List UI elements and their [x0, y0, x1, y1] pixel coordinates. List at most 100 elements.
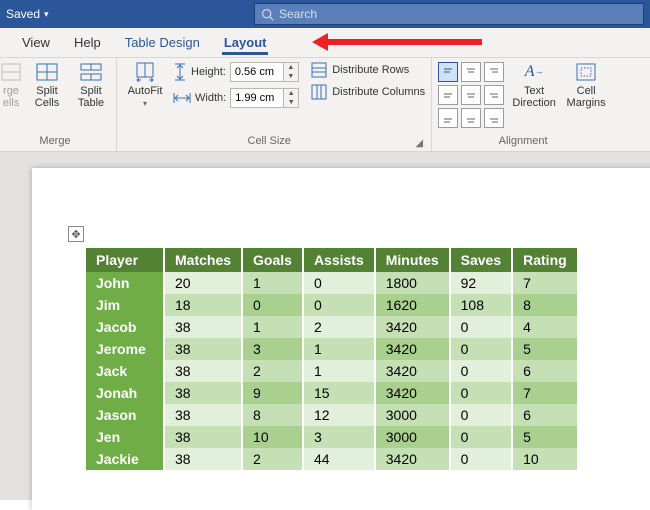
spin-down[interactable]: ▼: [284, 72, 298, 81]
distribute-columns-button[interactable]: Distribute Columns: [311, 84, 425, 100]
width-input[interactable]: [231, 92, 283, 104]
row-value-cell[interactable]: 7: [512, 382, 578, 404]
align-middle-center[interactable]: [461, 85, 481, 105]
row-value-cell[interactable]: 0: [242, 294, 303, 316]
height-input[interactable]: [231, 66, 283, 78]
table-header[interactable]: Rating: [512, 248, 578, 272]
row-name-cell[interactable]: Jim: [86, 294, 164, 316]
width-spinner[interactable]: ▲▼: [230, 88, 299, 108]
row-value-cell[interactable]: 3420: [375, 448, 450, 470]
table-row[interactable]: Jason38812300006: [86, 404, 578, 426]
split-table-button[interactable]: Split Table: [72, 62, 110, 109]
table-header[interactable]: Saves: [450, 248, 512, 272]
row-value-cell[interactable]: 7: [512, 272, 578, 294]
row-name-cell[interactable]: Jacob: [86, 316, 164, 338]
table-header[interactable]: Goals: [242, 248, 303, 272]
save-status[interactable]: Saved ▾: [6, 7, 49, 21]
tab-view[interactable]: View: [10, 28, 62, 57]
row-value-cell[interactable]: 5: [512, 338, 578, 360]
cell-size-dialog-launcher[interactable]: ◢: [415, 138, 425, 149]
distribute-rows-button[interactable]: Distribute Rows: [311, 62, 425, 78]
tab-table-design[interactable]: Table Design: [113, 28, 212, 57]
row-value-cell[interactable]: 1: [242, 316, 303, 338]
row-value-cell[interactable]: 5: [512, 426, 578, 448]
row-name-cell[interactable]: Jackie: [86, 448, 164, 470]
table-move-handle[interactable]: ✥: [68, 226, 84, 242]
row-value-cell[interactable]: 4: [512, 316, 578, 338]
table-header[interactable]: Minutes: [375, 248, 450, 272]
row-value-cell[interactable]: 18: [164, 294, 242, 316]
row-value-cell[interactable]: 3420: [375, 316, 450, 338]
table-header[interactable]: Player: [86, 248, 164, 272]
row-value-cell[interactable]: 38: [164, 448, 242, 470]
row-value-cell[interactable]: 20: [164, 272, 242, 294]
row-name-cell[interactable]: Jack: [86, 360, 164, 382]
spin-down[interactable]: ▼: [284, 98, 298, 107]
align-top-center[interactable]: [461, 62, 481, 82]
row-value-cell[interactable]: 0: [450, 426, 512, 448]
row-value-cell[interactable]: 38: [164, 404, 242, 426]
row-value-cell[interactable]: 38: [164, 382, 242, 404]
cell-margins-button[interactable]: Cell Margins: [564, 62, 608, 109]
row-value-cell[interactable]: 0: [303, 294, 375, 316]
row-value-cell[interactable]: 1: [303, 360, 375, 382]
row-value-cell[interactable]: 3000: [375, 404, 450, 426]
row-value-cell[interactable]: 15: [303, 382, 375, 404]
row-value-cell[interactable]: 0: [450, 316, 512, 338]
table-row[interactable]: Jerome3831342005: [86, 338, 578, 360]
row-value-cell[interactable]: 0: [450, 360, 512, 382]
tab-layout[interactable]: Layout: [212, 28, 279, 57]
row-value-cell[interactable]: 6: [512, 404, 578, 426]
row-value-cell[interactable]: 9: [242, 382, 303, 404]
table-row[interactable]: John20101800927: [86, 272, 578, 294]
row-value-cell[interactable]: 44: [303, 448, 375, 470]
row-value-cell[interactable]: 3000: [375, 426, 450, 448]
table-header[interactable]: Assists: [303, 248, 375, 272]
row-value-cell[interactable]: 38: [164, 426, 242, 448]
row-name-cell[interactable]: Jen: [86, 426, 164, 448]
row-value-cell[interactable]: 0: [450, 404, 512, 426]
spin-up[interactable]: ▲: [284, 89, 298, 98]
row-value-cell[interactable]: 3420: [375, 382, 450, 404]
row-value-cell[interactable]: 10: [242, 426, 303, 448]
row-value-cell[interactable]: 2: [303, 316, 375, 338]
row-value-cell[interactable]: 38: [164, 360, 242, 382]
row-value-cell[interactable]: 8: [242, 404, 303, 426]
align-top-right[interactable]: [484, 62, 504, 82]
height-spinner[interactable]: ▲▼: [230, 62, 299, 82]
row-value-cell[interactable]: 10: [512, 448, 578, 470]
table-row[interactable]: Jacob3812342004: [86, 316, 578, 338]
row-value-cell[interactable]: 92: [450, 272, 512, 294]
table-row[interactable]: Jackie382443420010: [86, 448, 578, 470]
table-row[interactable]: Jonah38915342007: [86, 382, 578, 404]
table-header[interactable]: Matches: [164, 248, 242, 272]
row-value-cell[interactable]: 1: [303, 338, 375, 360]
autofit-button[interactable]: AutoFit ▾: [123, 62, 167, 109]
row-value-cell[interactable]: 38: [164, 316, 242, 338]
row-name-cell[interactable]: Jonah: [86, 382, 164, 404]
row-value-cell[interactable]: 1800: [375, 272, 450, 294]
row-value-cell[interactable]: 3420: [375, 360, 450, 382]
data-table[interactable]: PlayerMatchesGoalsAssistsMinutesSavesRat…: [86, 248, 579, 470]
align-bottom-right[interactable]: [484, 108, 504, 128]
row-name-cell[interactable]: Jerome: [86, 338, 164, 360]
table-row[interactable]: Jack3821342006: [86, 360, 578, 382]
row-name-cell[interactable]: Jason: [86, 404, 164, 426]
row-value-cell[interactable]: 38: [164, 338, 242, 360]
align-bottom-left[interactable]: [438, 108, 458, 128]
row-value-cell[interactable]: 1620: [375, 294, 450, 316]
row-value-cell[interactable]: 108: [450, 294, 512, 316]
row-value-cell[interactable]: 3: [242, 338, 303, 360]
tab-help[interactable]: Help: [62, 28, 113, 57]
align-middle-left[interactable]: [438, 85, 458, 105]
align-bottom-center[interactable]: [461, 108, 481, 128]
row-value-cell[interactable]: 6: [512, 360, 578, 382]
split-cells-button[interactable]: Split Cells: [28, 62, 66, 109]
search-box[interactable]: [254, 3, 644, 25]
row-name-cell[interactable]: John: [86, 272, 164, 294]
align-top-left[interactable]: [438, 62, 458, 82]
row-value-cell[interactable]: 12: [303, 404, 375, 426]
table-row[interactable]: Jen38103300005: [86, 426, 578, 448]
row-value-cell[interactable]: 2: [242, 360, 303, 382]
row-value-cell[interactable]: 3: [303, 426, 375, 448]
